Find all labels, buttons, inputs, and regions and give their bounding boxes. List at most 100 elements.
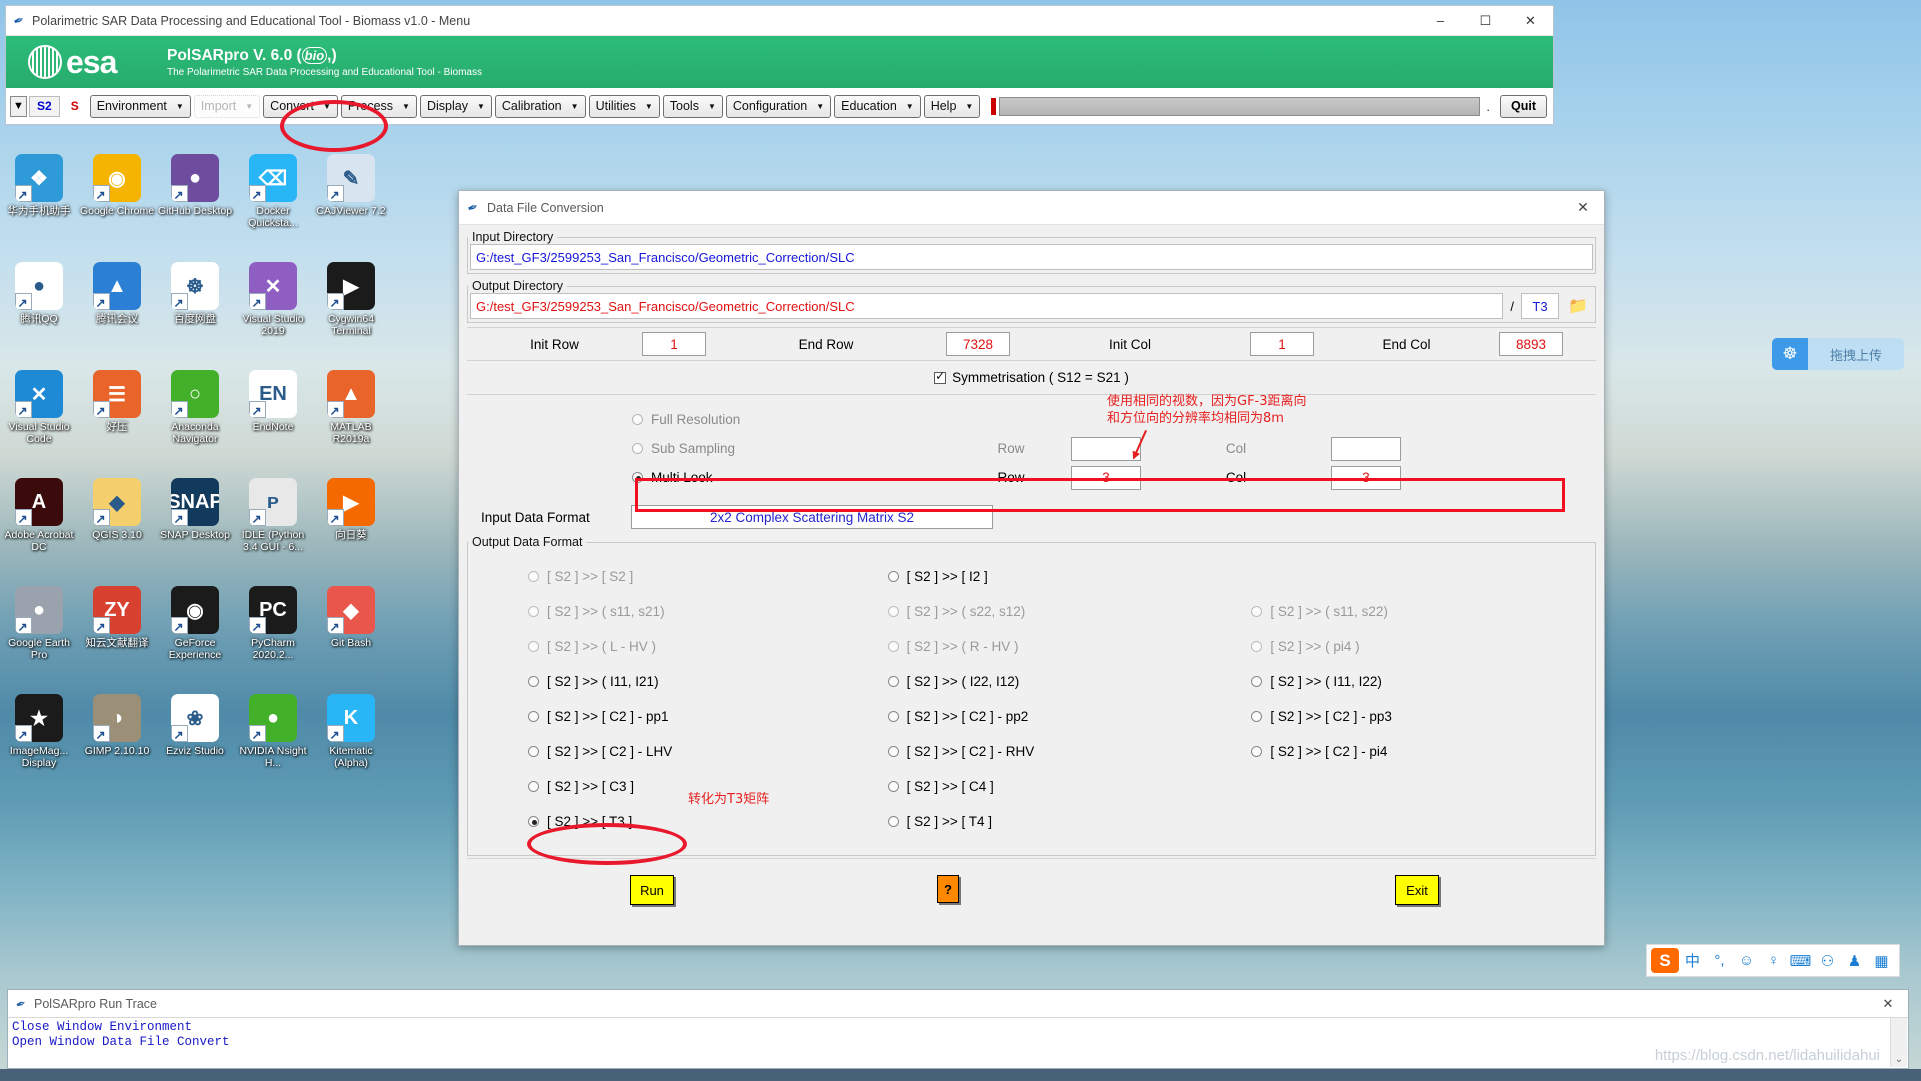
desktop-icon[interactable]: ✎↗CAJViewer 7.2 xyxy=(312,148,390,256)
menu-item-help[interactable]: Help▼ xyxy=(924,95,981,118)
radio-icon[interactable] xyxy=(888,571,899,582)
radio-icon[interactable] xyxy=(632,414,643,425)
radio-icon[interactable] xyxy=(528,606,539,617)
output-format-option[interactable]: [ S2 ] >> ( I11, I21) xyxy=(528,664,872,699)
radio-icon[interactable] xyxy=(632,443,643,454)
output-format-option[interactable]: [ S2 ] >> ( s11, s21) xyxy=(528,594,872,629)
tray-icon[interactable]: ▦ xyxy=(1868,947,1895,974)
run-trace-scrollbar[interactable]: ⌄ xyxy=(1890,1018,1907,1067)
desktop-icon[interactable]: ◉↗Google Chrome xyxy=(78,148,156,256)
desktop-icon[interactable]: ⌫↗Docker Quicksta... xyxy=(234,148,312,256)
desktop-icon[interactable]: EN↗EndNote xyxy=(234,364,312,472)
menu-dropdown-arrow[interactable]: ▼ xyxy=(10,96,27,117)
menu-item-education[interactable]: Education▼ xyxy=(834,95,921,118)
radio-icon[interactable] xyxy=(528,571,539,582)
radio-icon[interactable] xyxy=(1251,676,1262,687)
col-value-input[interactable] xyxy=(1331,437,1401,461)
output-format-option[interactable]: [ S2 ] >> [ T3 ]转化为T3矩阵 xyxy=(528,804,872,839)
desktop-icon[interactable]: ○↗Anaconda Navigator xyxy=(156,364,234,472)
radio-icon[interactable] xyxy=(1251,641,1262,652)
output-format-option[interactable]: [ S2 ] >> [ C4 ] xyxy=(888,769,1232,804)
output-format-option[interactable]: [ S2 ] >> [ C2 ] - pp2 xyxy=(888,699,1232,734)
output-directory-field[interactable]: G:/test_GF3/2599253_San_Francisco/Geomet… xyxy=(470,293,1503,319)
row-value-input[interactable]: 3 xyxy=(1071,466,1141,490)
minimize-button[interactable]: – xyxy=(1418,6,1463,35)
tray-icon[interactable]: °, xyxy=(1706,947,1733,974)
desktop-icon[interactable]: ▲↗腾讯会议 xyxy=(78,256,156,364)
output-format-option[interactable]: [ S2 ] >> ( s11, s22) xyxy=(1251,594,1595,629)
radio-icon[interactable] xyxy=(528,816,539,827)
radio-icon[interactable] xyxy=(888,641,899,652)
maximize-button[interactable]: ☐ xyxy=(1463,6,1508,35)
radio-icon[interactable] xyxy=(888,781,899,792)
desktop-icon[interactable]: ▲↗MATLAB R2019a xyxy=(312,364,390,472)
output-format-option[interactable]: [ S2 ] >> [ C2 ] - LHV xyxy=(528,734,872,769)
resolution-option-sub-sampling[interactable]: Sub SamplingRowCol xyxy=(467,434,1596,463)
radio-icon[interactable] xyxy=(888,606,899,617)
tray-icon[interactable]: 中 xyxy=(1679,947,1706,974)
desktop-icon[interactable]: ✕↗Visual Studio 2019 xyxy=(234,256,312,364)
run-trace-close-button[interactable]: ✕ xyxy=(1868,996,1908,1012)
close-button[interactable]: ✕ xyxy=(1508,6,1553,35)
radio-icon[interactable] xyxy=(528,781,539,792)
output-format-option[interactable]: [ S2 ] >> [ C2 ] - pi4 xyxy=(1251,734,1595,769)
input-directory-field[interactable]: G:/test_GF3/2599253_San_Francisco/Geomet… xyxy=(470,244,1593,270)
resolution-option-multi-look[interactable]: Multi LookRow3Col3 xyxy=(467,463,1596,492)
output-format-option[interactable]: [ S2 ] >> [ S2 ] xyxy=(528,559,872,594)
tray-icon[interactable]: ☺ xyxy=(1733,947,1760,974)
output-format-option[interactable]: [ S2 ] >> [ I2 ] xyxy=(888,559,1232,594)
desktop-icon[interactable]: ☸↗百度网盘 xyxy=(156,256,234,364)
menu-item-convert[interactable]: Convert▼ xyxy=(263,95,338,118)
desktop-icon[interactable]: ❖↗华为手机助手 xyxy=(0,148,78,256)
desktop-icon[interactable]: ●↗腾讯QQ xyxy=(0,256,78,364)
radio-icon[interactable] xyxy=(528,711,539,722)
radio-icon[interactable] xyxy=(1251,746,1262,757)
radio-icon[interactable] xyxy=(888,711,899,722)
menu-item-display[interactable]: Display▼ xyxy=(420,95,492,118)
menu-item-environment[interactable]: Environment▼ xyxy=(90,95,191,118)
sogou-ime-icon[interactable]: S xyxy=(1651,948,1679,973)
menu-item-configuration[interactable]: Configuration▼ xyxy=(726,95,831,118)
desktop-icon[interactable]: ★↗ImageMag... Display xyxy=(0,688,78,796)
menu-item-import[interactable]: Import▼ xyxy=(194,95,260,118)
desktop-icon[interactable]: ◉↗GeForce Experience xyxy=(156,580,234,688)
desktop-icon[interactable]: ◑↗GIMP 2.10.10 xyxy=(78,688,156,796)
tray-icon[interactable]: ♀ xyxy=(1760,947,1787,974)
init-row-value[interactable]: 1 xyxy=(642,332,706,356)
output-suffix-field[interactable]: T3 xyxy=(1521,293,1559,319)
output-format-option[interactable]: [ S2 ] >> ( I22, I12) xyxy=(888,664,1232,699)
desktop-icon[interactable]: ❀↗Ezviz Studio xyxy=(156,688,234,796)
radio-icon[interactable] xyxy=(888,676,899,687)
output-format-option[interactable]: [ S2 ] >> [ T4 ] xyxy=(888,804,1232,839)
output-format-option[interactable]: [ S2 ] >> ( s22, s12) xyxy=(888,594,1232,629)
radio-icon[interactable] xyxy=(528,746,539,757)
scroll-down-arrow-icon[interactable]: ⌄ xyxy=(1895,1054,1903,1065)
help-button[interactable]: ? xyxy=(937,875,959,903)
desktop-icon[interactable]: ✕↗Visual Studio Code xyxy=(0,364,78,472)
resolution-option-full-resolution[interactable]: Full Resolution xyxy=(467,405,1596,434)
desktop-icon[interactable]: ▶↗Cygwin64 Terminal xyxy=(312,256,390,364)
desktop-icon[interactable]: PC↗PyCharm 2020.2... xyxy=(234,580,312,688)
quit-button[interactable]: Quit xyxy=(1500,95,1547,118)
radio-icon[interactable] xyxy=(1251,711,1262,722)
desktop-icon[interactable]: A↗Adobe Acrobat DC xyxy=(0,472,78,580)
radio-icon[interactable] xyxy=(528,676,539,687)
radio-icon[interactable] xyxy=(632,472,643,483)
tray-icon[interactable]: ⚇ xyxy=(1814,947,1841,974)
dialog-close-button[interactable]: ✕ xyxy=(1562,191,1604,224)
desktop-icon[interactable]: ᴘ↗IDLE (Python 3.4 GUI - 6... xyxy=(234,472,312,580)
desktop-icon[interactable]: ◆↗QGIS 3.10 xyxy=(78,472,156,580)
desktop-icon[interactable]: K↗Kitematic (Alpha) xyxy=(312,688,390,796)
menu-item-tools[interactable]: Tools▼ xyxy=(663,95,723,118)
output-format-option[interactable]: [ S2 ] >> [ C2 ] - RHV xyxy=(888,734,1232,769)
menu-item-process[interactable]: Process▼ xyxy=(341,95,417,118)
radio-icon[interactable] xyxy=(888,746,899,757)
output-format-option[interactable]: [ S2 ] >> ( R - HV ) xyxy=(888,629,1232,664)
desktop-icon[interactable]: ●↗Google Earth Pro xyxy=(0,580,78,688)
menu-item-calibration[interactable]: Calibration▼ xyxy=(495,95,586,118)
input-data-format-value[interactable]: 2x2 Complex Scattering Matrix S2 xyxy=(631,505,993,529)
desktop-icon[interactable]: ▶↗向日葵 xyxy=(312,472,390,580)
symmetrisation-row[interactable]: Symmetrisation ( S12 = S21 ) xyxy=(467,361,1596,395)
desktop-icon[interactable]: SNAP↗SNAP Desktop xyxy=(156,472,234,580)
radio-icon[interactable] xyxy=(888,816,899,827)
